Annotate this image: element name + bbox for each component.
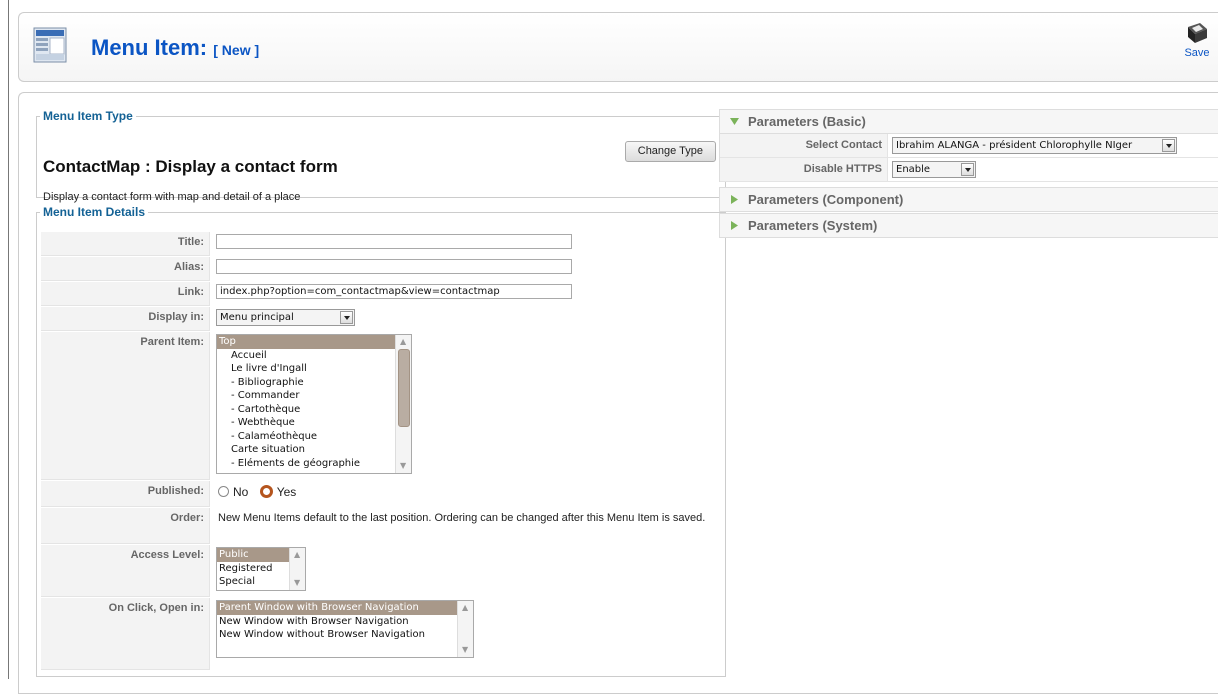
scrollbar-thumb[interactable] — [398, 349, 410, 427]
menu-item-details-fieldset: Menu Item Details Title: Alias: Link: Di… — [36, 205, 726, 677]
alias-label: Alias: — [41, 257, 210, 281]
title-input[interactable] — [216, 234, 572, 249]
access-level-row: Access Level: Public Registered Special ▲ … — [41, 545, 721, 597]
alias-row: Alias: — [41, 257, 721, 281]
parameters-system-label: Parameters (System) — [748, 218, 878, 233]
parameters-basic-label: Parameters (Basic) — [748, 114, 866, 129]
select-contact-row: Select Contact Ibrahim ALANGA - présiden… — [720, 134, 1218, 158]
page-title-status: [ New ] — [213, 42, 260, 58]
order-label: Order: — [41, 508, 210, 544]
parent-item-option[interactable]: Carte situation — [217, 443, 396, 457]
on-click-row: On Click, Open in: Parent Window with Br… — [41, 598, 721, 670]
access-level-option[interactable]: Special — [217, 575, 290, 589]
chevron-down-icon — [340, 311, 353, 324]
chevron-down-icon — [1162, 139, 1175, 152]
link-label: Link: — [41, 282, 210, 306]
alias-input[interactable] — [216, 259, 572, 274]
disable-https-value: Enable — [896, 164, 931, 175]
disable-https-label: Disable HTTPS — [720, 158, 888, 181]
page-title: Menu Item: [ New ] — [91, 35, 259, 61]
parameters-component-toggle[interactable]: Parameters (Component) — [719, 187, 1218, 212]
change-type-button[interactable]: Change Type — [624, 141, 716, 162]
disable-https-row: Disable HTTPS Enable — [720, 158, 1218, 182]
parent-item-listbox[interactable]: Top Accueil Le livre d'Ingall - Bibliograph… — [216, 334, 412, 474]
save-button[interactable]: Save — [1177, 21, 1217, 59]
parent-item-option[interactable]: Top — [217, 335, 396, 349]
menu-item-details-legend: Menu Item Details — [43, 205, 146, 219]
access-level-option[interactable]: Public — [217, 548, 290, 562]
select-contact-select[interactable]: Ibrahim ALANGA - président Chlorophylle … — [892, 137, 1177, 154]
collapsed-triangle-icon — [731, 195, 738, 204]
menu-item-type-fieldset: Menu Item Type ContactMap : Display a co… — [36, 109, 726, 203]
parameters-system-toggle[interactable]: Parameters (System) — [719, 213, 1218, 238]
on-click-scrollbar[interactable]: ▲ ▼ — [457, 601, 473, 657]
main-panel: Menu Item Type ContactMap : Display a co… — [18, 92, 1218, 694]
save-icon — [1188, 23, 1207, 43]
expanded-triangle-icon — [730, 118, 739, 125]
published-yes-radio[interactable] — [259, 485, 273, 499]
parent-item-option[interactable]: Accueil — [217, 349, 396, 363]
menu-item-logo-icon — [33, 25, 69, 65]
on-click-listbox[interactable]: Parent Window with Browser Navigation New… — [216, 600, 474, 658]
chevron-down-icon — [961, 163, 974, 176]
parent-item-option[interactable]: - Cartothèque — [217, 403, 396, 417]
scroll-down-icon: ▼ — [400, 461, 407, 470]
save-label: Save — [1184, 47, 1210, 59]
title-row: Title: — [41, 232, 721, 256]
scroll-up-icon: ▲ — [462, 603, 469, 612]
scroll-down-icon: ▼ — [294, 578, 301, 587]
scroll-down-icon: ▼ — [462, 645, 469, 654]
toolbar-header: Menu Item: [ New ] Save — [18, 12, 1218, 82]
order-text: New Menu Items default to the last posit… — [218, 512, 706, 524]
published-yes-label: Yes — [276, 484, 297, 499]
on-click-option[interactable]: Parent Window with Browser Navigation — [217, 601, 458, 615]
parent-item-scrollbar[interactable]: ▲ ▼ — [395, 335, 411, 473]
parent-item-row: Parent Item: Top Accueil Le livre d'Ingall… — [41, 332, 721, 480]
parameters-panel: Parameters (Basic) Select Contact Ibrahi… — [719, 109, 1218, 238]
display-in-label: Display in: — [41, 307, 210, 331]
parent-item-label: Parent Item: — [41, 332, 210, 480]
parameters-component-label: Parameters (Component) — [748, 192, 904, 207]
on-click-option[interactable]: New Window without Browser Navigation — [217, 628, 458, 642]
on-click-option[interactable]: New Window with Browser Navigation — [217, 615, 458, 629]
collapsed-triangle-icon — [731, 221, 738, 230]
menu-item-type-legend: Menu Item Type — [43, 109, 133, 123]
published-no-label: No — [233, 484, 249, 499]
window-edge — [8, 0, 9, 679]
page-title-text: Menu Item: — [91, 35, 208, 60]
parent-item-option[interactable]: - Bibliographie — [217, 376, 396, 390]
link-input[interactable] — [216, 284, 572, 299]
select-contact-value: Ibrahim ALANGA - président Chlorophylle … — [896, 140, 1133, 151]
access-level-label: Access Level: — [41, 545, 210, 597]
access-level-listbox[interactable]: Public Registered Special ▲ ▼ — [216, 547, 306, 591]
parameters-basic-toggle[interactable]: Parameters (Basic) — [719, 109, 1218, 134]
access-level-option[interactable]: Registered — [217, 562, 290, 576]
title-label: Title: — [41, 232, 210, 256]
published-row: Published: No Yes — [41, 481, 721, 507]
published-radio-group: No Yes — [218, 484, 304, 499]
order-row: Order: New Menu Items default to the las… — [41, 508, 721, 544]
display-in-row: Display in: Menu principal — [41, 307, 721, 331]
display-in-select[interactable]: Menu principal — [216, 309, 355, 326]
menu-item-type-name: ContactMap : Display a contact form — [43, 157, 338, 176]
disable-https-select[interactable]: Enable — [892, 161, 976, 178]
display-in-value: Menu principal — [220, 312, 294, 323]
scroll-up-icon: ▲ — [294, 550, 301, 559]
parameters-basic-table: Select Contact Ibrahim ALANGA - présiden… — [719, 134, 1218, 182]
parent-item-option[interactable]: - Webthèque — [217, 416, 396, 430]
menu-item-type-description: Display a contact form with map and deta… — [43, 191, 301, 203]
select-contact-label: Select Contact — [720, 134, 888, 157]
published-label: Published: — [41, 481, 210, 507]
parent-item-option[interactable]: - Calaméothèque — [217, 430, 396, 444]
parent-item-option[interactable]: - Eléments de géographie — [217, 457, 396, 471]
published-no-radio[interactable] — [218, 486, 229, 498]
link-row: Link: — [41, 282, 721, 306]
on-click-label: On Click, Open in: — [41, 598, 210, 670]
parent-item-option[interactable]: Le livre d'Ingall — [217, 362, 396, 376]
scroll-up-icon: ▲ — [400, 337, 407, 346]
parent-item-option[interactable]: - Commander — [217, 389, 396, 403]
access-level-scrollbar[interactable]: ▲ ▼ — [289, 548, 305, 590]
